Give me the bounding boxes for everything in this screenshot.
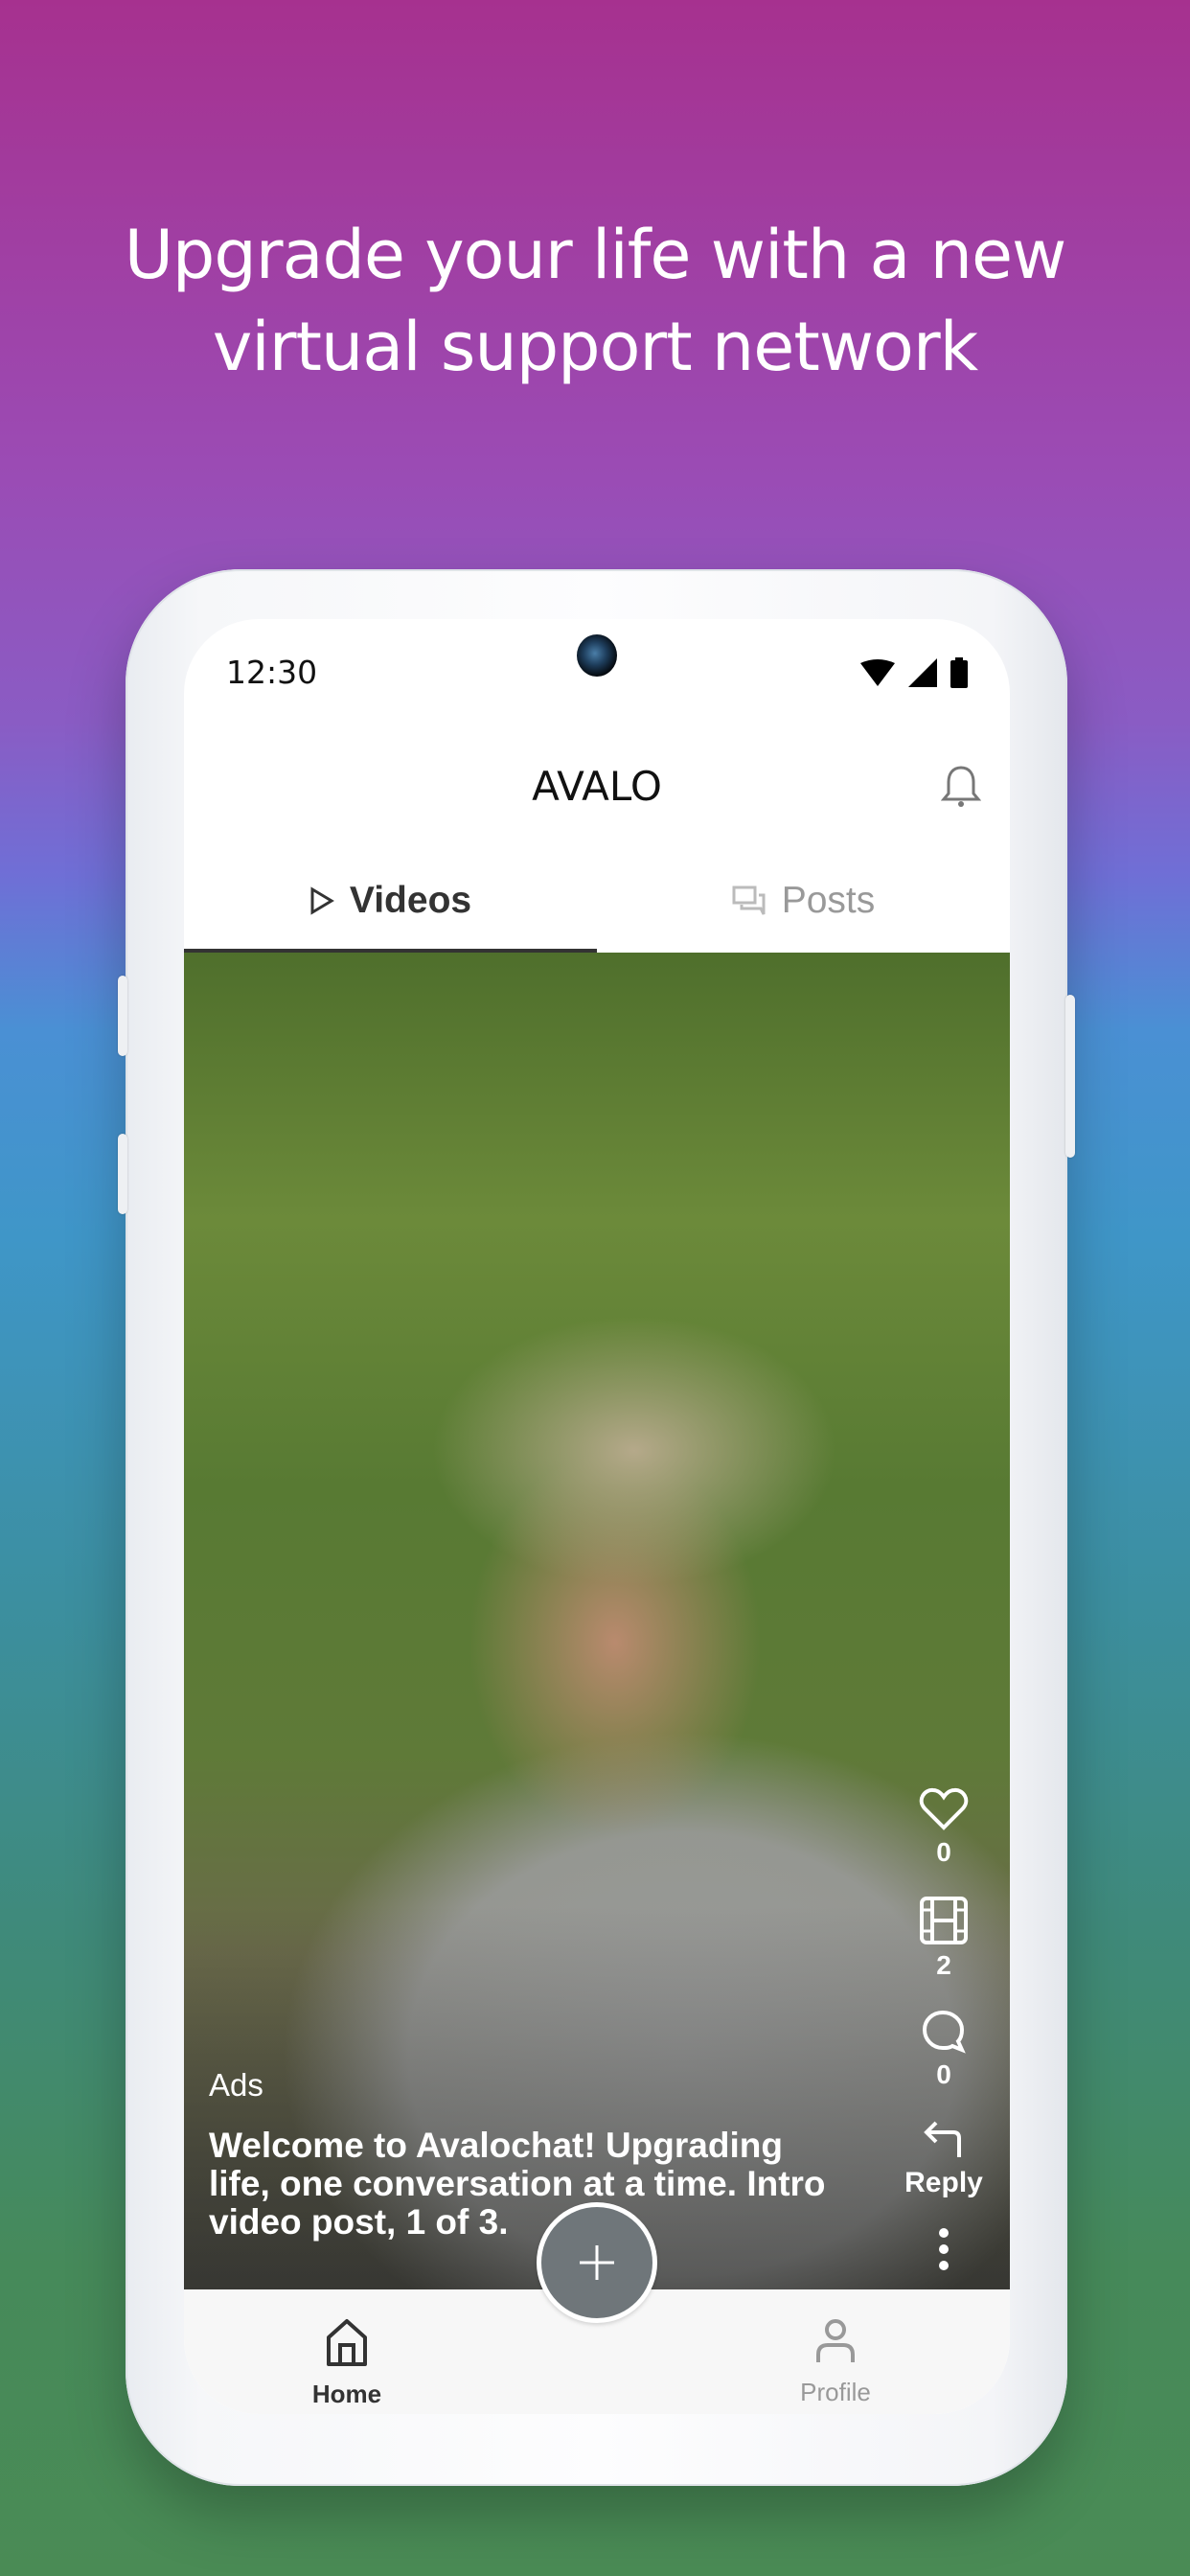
- promo-headline: Upgrade your life with a new virtual sup…: [0, 209, 1190, 393]
- tab-videos-label: Videos: [349, 880, 472, 921]
- film-icon: [920, 1897, 968, 1944]
- video-actions: 0 2 0 Reply: [901, 1787, 987, 2270]
- profile-icon: [816, 2319, 855, 2362]
- more-options-button[interactable]: [938, 2228, 950, 2270]
- wifi-icon: [860, 659, 895, 686]
- app-title: AVALO: [532, 763, 662, 810]
- reply-arrow-icon: [924, 2121, 961, 2157]
- play-icon: [310, 886, 334, 915]
- app-header: AVALO: [184, 724, 1010, 849]
- front-camera: [577, 634, 617, 677]
- video-count: 2: [936, 1950, 951, 1980]
- more-vertical-icon: [939, 2228, 949, 2270]
- promo-headline-line2: virtual support network: [212, 308, 978, 386]
- comment-icon: [922, 2010, 966, 2054]
- add-post-button[interactable]: [537, 2202, 657, 2323]
- status-time: 12:30: [226, 654, 318, 691]
- phone-side-button-right: [1065, 995, 1075, 1158]
- reply-label: Reply: [904, 2167, 983, 2198]
- reply-button[interactable]: Reply: [904, 2119, 983, 2199]
- bell-icon[interactable]: [941, 765, 981, 809]
- tab-videos[interactable]: Videos: [184, 849, 597, 953]
- like-button[interactable]: 0: [919, 1787, 969, 1868]
- nav-home[interactable]: Home: [270, 2318, 423, 2409]
- tab-bar: Videos Posts: [184, 849, 1010, 953]
- video-caption: Ads Welcome to Avalochat! Upgrading life…: [209, 2067, 841, 2242]
- status-bar: 12:30: [184, 619, 1010, 724]
- heart-icon: [919, 1787, 969, 1830]
- caption-text: Welcome to Avalochat! Upgrading life, on…: [209, 2126, 826, 2242]
- tab-posts[interactable]: Posts: [597, 849, 1010, 953]
- phone-screen: 12:30 AVALO Videos Posts Ads Welcome to …: [184, 619, 1010, 2414]
- phone-side-button-upper-left: [118, 976, 127, 1056]
- promo-headline-line1: Upgrade your life with a new: [124, 216, 1067, 294]
- like-count: 0: [936, 1837, 951, 1867]
- battery-icon: [950, 657, 968, 688]
- phone-side-button-lower-left: [118, 1134, 127, 1214]
- tab-posts-label: Posts: [781, 880, 876, 921]
- plus-icon: [580, 2245, 614, 2280]
- comment-button[interactable]: 0: [922, 2010, 966, 2090]
- nav-profile-label: Profile: [800, 2378, 871, 2406]
- home-icon: [327, 2319, 367, 2366]
- signal-icon: [908, 658, 937, 687]
- nav-home-label: Home: [311, 2380, 382, 2408]
- chat-bubbles-icon: [732, 886, 766, 915]
- video-player[interactable]: Ads Welcome to Avalochat! Upgrading life…: [184, 953, 1010, 2289]
- ads-label: Ads: [209, 2067, 263, 2103]
- nav-profile[interactable]: Profile: [759, 2318, 912, 2407]
- comment-count: 0: [936, 2059, 951, 2089]
- status-icons: [860, 657, 968, 688]
- videos-button[interactable]: 2: [920, 1897, 968, 1981]
